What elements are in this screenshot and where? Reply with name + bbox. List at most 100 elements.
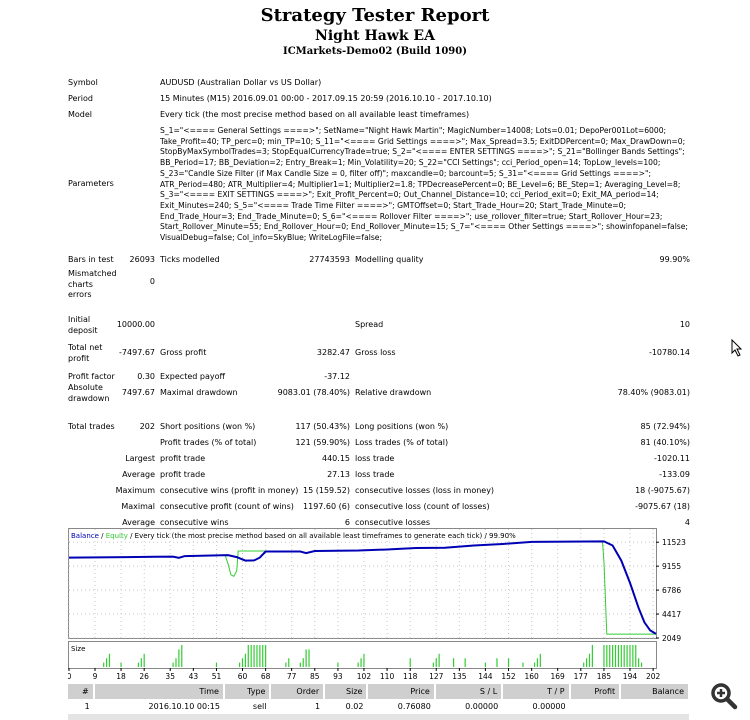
table-cell: 1 [84, 702, 90, 711]
report-title: Strategy Tester Report [260, 5, 490, 26]
stat-label: Absolute drawdown [68, 383, 110, 403]
size-label: Size [71, 645, 85, 653]
x-tick-label: 135 [452, 672, 467, 680]
column-header[interactable]: Balance [620, 684, 690, 699]
x-tick-label: 43 [189, 672, 199, 680]
stat-value: 0.30 [137, 372, 155, 381]
value: Every tick (the most precise method base… [160, 110, 470, 119]
size-plot-frame [68, 641, 657, 669]
x-tick-label: 152 [501, 672, 516, 680]
stat-value: 10000.00 [116, 320, 155, 329]
x-tick-label: 118 [403, 672, 418, 680]
stat-label: Long positions (won %) [355, 422, 449, 431]
stat-label: Total net profit [68, 343, 103, 363]
stat-label: Initial deposit [68, 315, 98, 335]
stat-label: Profit factor [68, 372, 115, 381]
x-tick-label: 9 [93, 672, 98, 680]
legend-sep: / [99, 532, 106, 540]
x-tick-label: 60 [238, 672, 248, 680]
x-tick-label: 102 [357, 672, 372, 680]
y-tick-label: 11523 [662, 538, 686, 547]
x-tick-label: 185 [597, 672, 612, 680]
table-cell: 2016.10.10 00:15 [148, 702, 220, 711]
label: Model [68, 110, 93, 119]
x-tick-label: 18 [116, 672, 126, 680]
trades-header: # Time Type Order Size Price S / LT / P Profit B… [68, 684, 690, 699]
stat-label: consecutive losses (loss in money) [355, 486, 495, 495]
table-cell [620, 699, 689, 714]
stat-value: 117 (50.43%) [295, 422, 350, 431]
stat-value: 27.13 [327, 470, 350, 479]
stat-label: consecutive profit (count of wins) [160, 502, 294, 511]
stat-label: Relative drawdown [355, 388, 432, 397]
y-tick-label: 6786 [662, 586, 681, 595]
column-header[interactable]: T / P [502, 684, 571, 699]
x-tick-label: 68 [261, 672, 271, 680]
table-cell: 0.02 [345, 702, 364, 711]
table-cell [570, 699, 621, 714]
y-tick-label: 9155 [662, 562, 681, 571]
column-header[interactable]: Type [223, 684, 272, 699]
trades-table: # Time Type Order Size Price S / LT / P Profit B… [68, 684, 690, 720]
stat-value: 7497.67 [121, 388, 155, 397]
stat-value: 10 [679, 320, 690, 329]
stat-label: Gross loss [355, 348, 396, 357]
stat-value: 15 (159.52) [303, 486, 350, 495]
stat-label: Bars in test [68, 255, 114, 264]
stat-value: Largest [125, 454, 155, 463]
column-header[interactable]: Size [324, 684, 369, 699]
mouse-cursor-icon [731, 339, 743, 357]
stat-label: loss trade [355, 470, 395, 479]
column-header[interactable]: # [68, 684, 95, 699]
x-tick-label: 77 [287, 672, 297, 680]
column-header[interactable]: Order [270, 684, 326, 699]
legend-equity: Equity [106, 532, 128, 540]
stat-value: 18 (-9075.67) [635, 486, 690, 495]
x-tick-label: 93 [333, 672, 343, 680]
stat-label: Modelling quality [355, 255, 424, 264]
stat-value: 0 [149, 277, 155, 286]
x-tick-label: 160 [524, 672, 539, 680]
stat-value: -10780.14 [648, 348, 690, 357]
x-tick-label: 85 [310, 672, 320, 680]
x-tick-label: 127 [429, 672, 444, 680]
stat-value: 27743593 [309, 255, 350, 264]
label: Symbol [68, 78, 98, 87]
x-tick-label: 194 [623, 672, 638, 680]
chart-legend: Balance / Equity / Every tick (the most … [71, 532, 516, 540]
stat-value: 440.15 [322, 454, 350, 463]
stat-label: Ticks modelled [160, 255, 220, 264]
stat-value: 9083.01 (78.40%) [277, 388, 350, 397]
balance-equity-chart: 0 9 18 26 35 43 51 60 68 77 85 93 102 110 118 127 135 144… [68, 528, 686, 680]
stat-value: 3282.47 [316, 348, 350, 357]
x-tick-label: 177 [574, 672, 589, 680]
table-cell: sell [252, 702, 267, 711]
label: Period [68, 94, 93, 103]
stat-label: Expected payoff [160, 372, 225, 381]
stat-value: 78.40% (9083.01) [617, 388, 690, 397]
stat-label: Gross profit [160, 348, 207, 357]
stat-label: Maximal drawdown [160, 388, 238, 397]
stat-value: 26093 [129, 255, 155, 264]
parameters-text: S_1="<==== General Settings ====>"; SetN… [160, 126, 688, 243]
stat-label: Short positions (won %) [160, 422, 256, 431]
stat-value: -37.12 [324, 372, 350, 381]
stat-value: 121 (59.90%) [295, 438, 350, 447]
stat-value: 1197.60 (6) [303, 502, 350, 511]
x-tick-label: 144 [478, 672, 493, 680]
column-header[interactable]: Price [367, 684, 436, 699]
stat-label: profit trade [160, 454, 206, 463]
x-tick-label: 110 [380, 672, 395, 680]
column-header[interactable]: Time [93, 684, 225, 699]
column-header[interactable]: S / L [434, 684, 504, 699]
stat-value: Maximum [115, 486, 155, 495]
stat-value: 202 [139, 422, 155, 431]
stat-value: 81 (40.10%) [640, 438, 690, 447]
stat-label: Profit trades (% of total) [160, 438, 257, 447]
y-tick-label: 4417 [662, 610, 681, 619]
stat-value: -7497.67 [119, 348, 155, 357]
zoom-in-icon[interactable] [710, 682, 738, 710]
stat-label: profit trade [160, 470, 206, 479]
table-cell: 0.00000 [532, 702, 566, 711]
column-header[interactable]: Profit [569, 684, 622, 699]
